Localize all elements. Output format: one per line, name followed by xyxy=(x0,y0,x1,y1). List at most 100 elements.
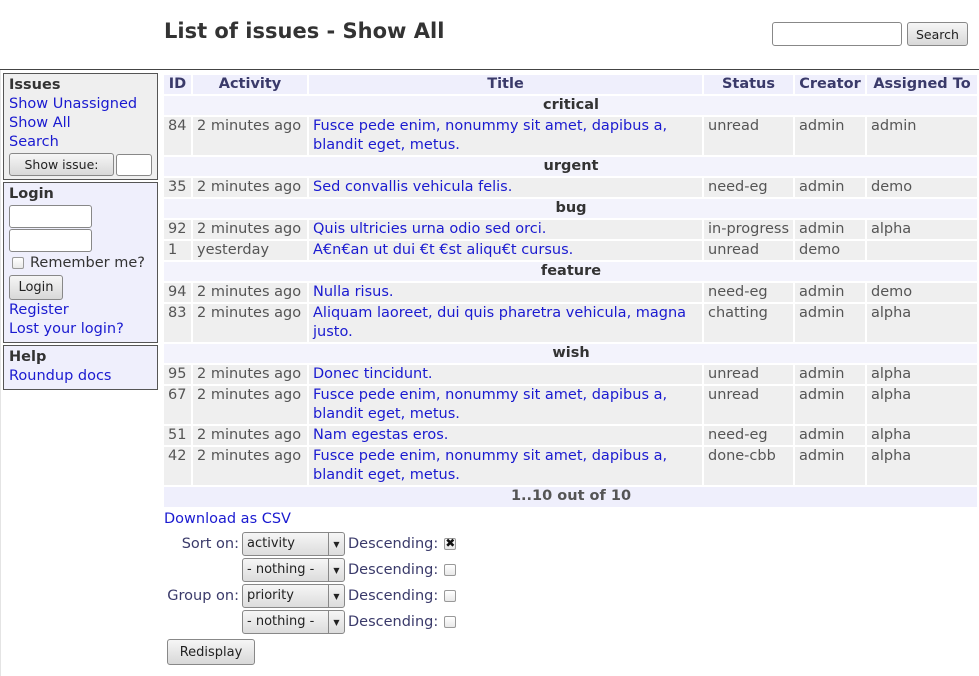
sidebar-link-show-unassigned[interactable]: Show Unassigned xyxy=(9,95,152,114)
group-name: feature xyxy=(164,262,977,281)
sort-primary-select[interactable]: activity ▼ xyxy=(242,532,345,556)
issue-title-cell: Aliquam laoreet, dui quis pharetra vehic… xyxy=(309,304,702,342)
sidebar-issues-box: Issues Show Unassigned Show All Search S… xyxy=(3,73,158,180)
remember-me-label: Remember me? xyxy=(30,255,145,271)
group-secondary-descending-checkbox[interactable] xyxy=(444,616,457,628)
chevron-down-icon: ▼ xyxy=(328,585,344,607)
main-content: ID Activity Title Status Creator Assigne… xyxy=(164,73,979,665)
issue-title-link[interactable]: Donec tincidunt. xyxy=(313,366,433,382)
issue-title-cell: Nam egestas eros. xyxy=(309,426,702,445)
issue-creator: admin xyxy=(795,117,865,155)
show-issue-input[interactable] xyxy=(116,153,152,176)
table-row: 35 2 minutes ago Sed convallis vehicula fe… xyxy=(164,178,977,197)
sort-primary-descending-checkbox[interactable] xyxy=(444,536,457,550)
issue-id: 35 xyxy=(164,178,191,197)
issue-activity: 2 minutes ago xyxy=(193,178,307,197)
issue-assigned-to: admin xyxy=(867,117,977,155)
issue-title-cell: Fusce pede enim, nonummy sit amet, dapib… xyxy=(309,447,702,485)
sort-secondary-descending-checkbox[interactable] xyxy=(444,564,457,576)
table-row: 83 2 minutes ago Aliquam laoreet, dui quis… xyxy=(164,304,977,342)
issue-creator: admin xyxy=(795,365,865,384)
help-box-title: Help xyxy=(9,349,47,365)
issue-id: 42 xyxy=(164,447,191,485)
group-header-row: urgent xyxy=(164,157,977,176)
issue-creator: admin xyxy=(795,220,865,239)
show-issue-button[interactable]: Show issue: xyxy=(9,153,114,176)
issue-status: unread xyxy=(704,117,793,155)
sidebar-link-search[interactable]: Search xyxy=(9,133,152,152)
issue-creator: admin xyxy=(795,304,865,342)
page-header: List of issues - Show All Search xyxy=(0,0,979,70)
sidebar: Issues Show Unassigned Show All Search S… xyxy=(3,73,158,392)
issue-activity: 2 minutes ago xyxy=(193,365,307,384)
issue-title-link[interactable]: Fusce pede enim, nonummy sit amet, dapib… xyxy=(313,118,667,153)
issue-creator: admin xyxy=(795,178,865,197)
column-header-status[interactable]: Status xyxy=(704,75,793,94)
group-primary-select[interactable]: priority ▼ xyxy=(242,584,345,608)
issue-id: 94 xyxy=(164,283,191,302)
issue-title-link[interactable]: Aliquam laoreet, dui quis pharetra vehic… xyxy=(313,305,686,340)
issue-title-link[interactable]: Quis ultricies urna odio sed orci. xyxy=(313,221,546,237)
issue-title-link[interactable]: Nam egestas eros. xyxy=(313,427,448,443)
sidebar-help-box: Help Roundup docs xyxy=(3,345,158,390)
issue-title-link[interactable]: Fusce pede enim, nonummy sit amet, dapib… xyxy=(313,448,667,483)
sidebar-link-show-all[interactable]: Show All xyxy=(9,114,152,133)
sort-row-1: Sort on: activity ▼ Descending: xyxy=(164,531,979,557)
username-input[interactable] xyxy=(9,205,92,228)
issue-id: 1 xyxy=(164,241,191,260)
column-header-creator[interactable]: Creator xyxy=(795,75,865,94)
issue-activity: 2 minutes ago xyxy=(193,283,307,302)
descending-label: Descending: xyxy=(348,588,439,604)
issue-assigned-to: alpha xyxy=(867,220,977,239)
pagination-info: 1..10 out of 10 xyxy=(164,487,977,507)
issue-assigned-to: alpha xyxy=(867,304,977,342)
sort-secondary-select[interactable]: - nothing - ▼ xyxy=(242,558,345,582)
redisplay-button[interactable]: Redisplay xyxy=(167,639,255,665)
table-footer-row: 1..10 out of 10 xyxy=(164,487,977,507)
issue-creator: admin xyxy=(795,386,865,424)
password-input[interactable] xyxy=(9,229,92,252)
column-header-title[interactable]: Title xyxy=(309,75,702,94)
issue-activity: 2 minutes ago xyxy=(193,426,307,445)
chevron-down-icon: ▼ xyxy=(328,559,344,581)
sort-primary-value: activity xyxy=(247,536,295,551)
issue-title-cell: Sed convallis vehicula felis. xyxy=(309,178,702,197)
issue-assigned-to: alpha xyxy=(867,365,977,384)
group-row-1: Group on: priority ▼ Descending: xyxy=(164,583,979,609)
table-row: 84 2 minutes ago Fusce pede enim, nonummy … xyxy=(164,117,977,155)
search-input[interactable] xyxy=(772,22,902,46)
sort-secondary-value: - nothing - xyxy=(247,562,315,577)
column-header-id[interactable]: ID xyxy=(164,75,191,94)
issue-assigned-to: alpha xyxy=(867,426,977,445)
group-header-row: wish xyxy=(164,344,977,363)
column-header-assigned-to[interactable]: Assigned To xyxy=(867,75,977,94)
issue-assigned-to: alpha xyxy=(867,386,977,424)
column-header-activity[interactable]: Activity xyxy=(193,75,307,94)
issue-title-cell: Fusce pede enim, nonummy sit amet, dapib… xyxy=(309,386,702,424)
issue-title-link[interactable]: Sed convallis vehicula felis. xyxy=(313,179,512,195)
chevron-down-icon: ▼ xyxy=(328,611,344,633)
show-issue-row: Show issue: xyxy=(9,153,152,176)
group-primary-descending-checkbox[interactable] xyxy=(444,590,457,602)
table-row: 1 yesterday A€n€an ut dui €t €st aliqu€t c… xyxy=(164,241,977,260)
issue-title-link[interactable]: Fusce pede enim, nonummy sit amet, dapib… xyxy=(313,387,667,422)
remember-me-row: Remember me? xyxy=(9,253,152,273)
lost-login-link[interactable]: Lost your login? xyxy=(9,320,152,339)
issue-title-cell: Quis ultricies urna odio sed orci. xyxy=(309,220,702,239)
issue-title-link[interactable]: Nulla risus. xyxy=(313,284,394,300)
issue-activity: 2 minutes ago xyxy=(193,447,307,485)
group-header-row: feature xyxy=(164,262,977,281)
register-link[interactable]: Register xyxy=(9,301,152,320)
issue-id: 51 xyxy=(164,426,191,445)
login-button[interactable]: Login xyxy=(9,275,63,300)
group-name: bug xyxy=(164,199,977,218)
search-button[interactable]: Search xyxy=(907,22,968,46)
remember-me-checkbox[interactable] xyxy=(12,257,24,269)
issue-title-link[interactable]: A€n€an ut dui €t €st aliqu€t cursus. xyxy=(313,242,573,258)
issue-id: 95 xyxy=(164,365,191,384)
roundup-docs-link[interactable]: Roundup docs xyxy=(9,367,152,386)
group-secondary-select[interactable]: - nothing - ▼ xyxy=(242,610,345,634)
issue-activity: 2 minutes ago xyxy=(193,220,307,239)
download-csv-link[interactable]: Download as CSV xyxy=(164,510,979,529)
issue-id: 83 xyxy=(164,304,191,342)
